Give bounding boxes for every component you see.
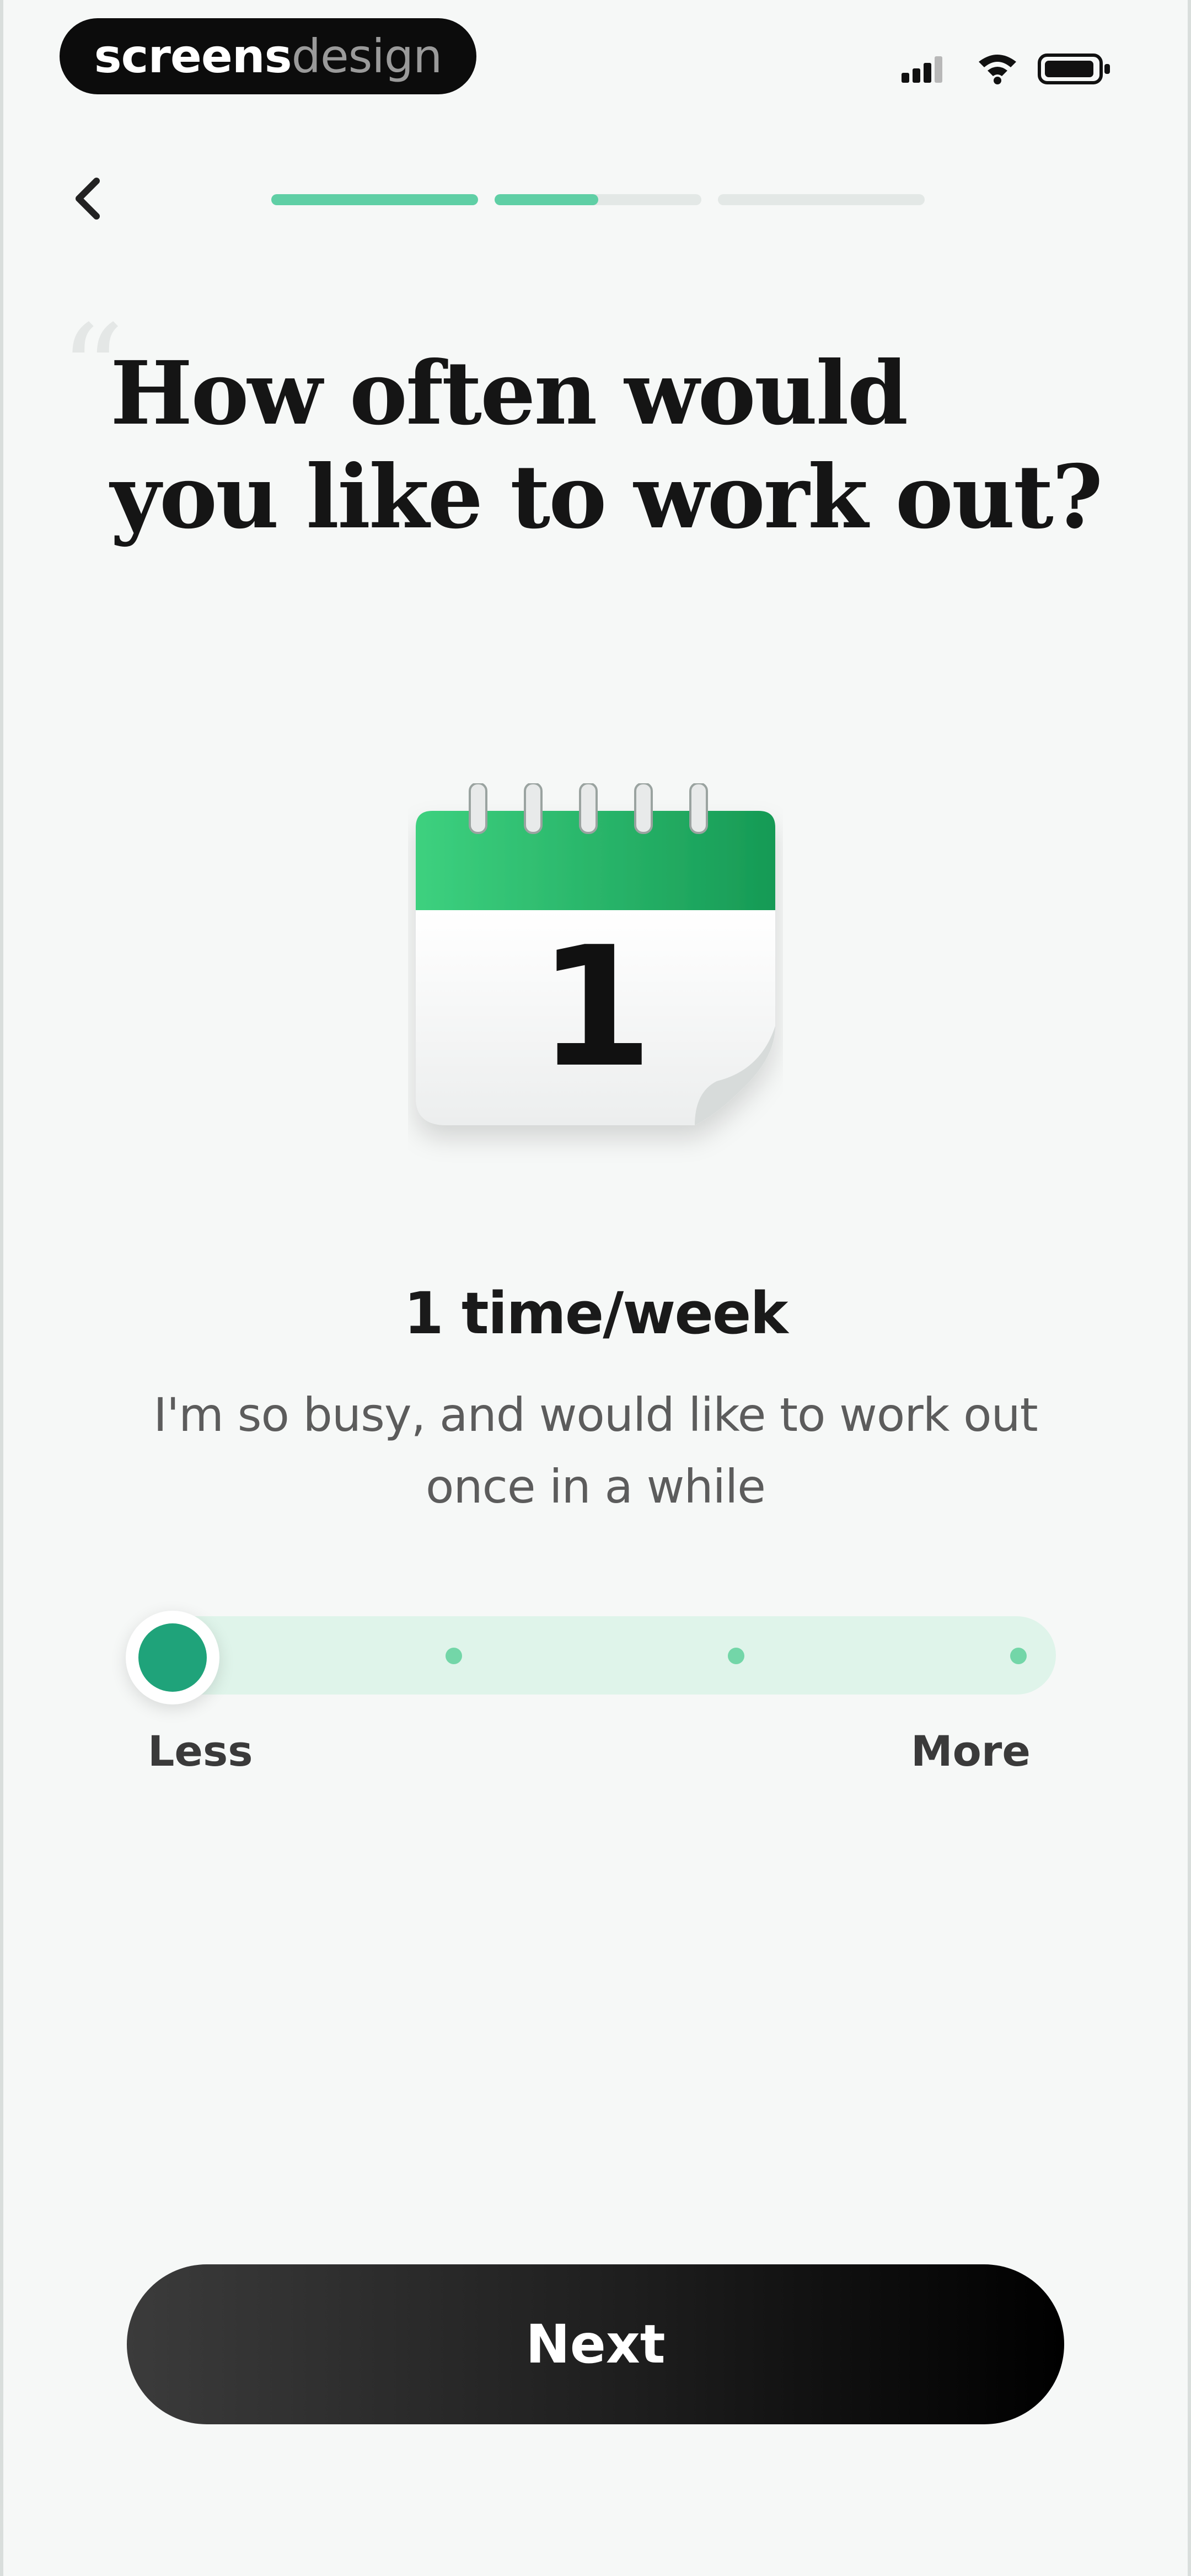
progress-segment-3 (718, 194, 925, 205)
frequency-description: I'm so busy, and would like to work out … (99, 1379, 1092, 1522)
onboarding-progress (271, 194, 925, 205)
wifi-icon (979, 55, 1016, 84)
frequency-slider-track[interactable] (157, 1616, 1056, 1695)
calendar-day-number: 1 (538, 911, 653, 1104)
brand-logo-text: screensdesign (94, 29, 443, 83)
progress-segment-1 (271, 194, 478, 205)
calendar-icon: 1 (416, 783, 775, 1125)
slider-stop-2[interactable] (446, 1648, 462, 1664)
title-line-2: you like to work out? (110, 446, 1103, 548)
frequency-description-line-2: once in a while (426, 1460, 766, 1514)
status-icons (902, 54, 1110, 84)
page-title: How often would you like to work out? (110, 342, 1103, 549)
slider-stop-4[interactable] (1010, 1648, 1027, 1664)
progress-segment-2 (495, 194, 701, 205)
brand-primary: screens (94, 29, 292, 83)
slider-min-label: Less (148, 1727, 253, 1776)
brand-watermark: screensdesign (60, 18, 476, 94)
next-button[interactable]: Next (127, 2264, 1064, 2424)
battery-icon (1038, 54, 1110, 84)
next-button-label: Next (525, 2313, 666, 2375)
title-line-1: How often would (110, 343, 908, 445)
frequency-description-line-1: I'm so busy, and would like to work out (153, 1388, 1038, 1442)
back-button[interactable] (61, 165, 116, 232)
brand-secondary: design (291, 29, 443, 83)
slider-max-label: More (911, 1727, 1031, 1776)
slider-thumb-dot[interactable] (138, 1623, 207, 1692)
slider-stop-3[interactable] (728, 1648, 744, 1664)
chevron-left-icon (76, 178, 100, 220)
frequency-label: 1 time/week (404, 1280, 788, 1347)
signal-icon (902, 56, 942, 83)
